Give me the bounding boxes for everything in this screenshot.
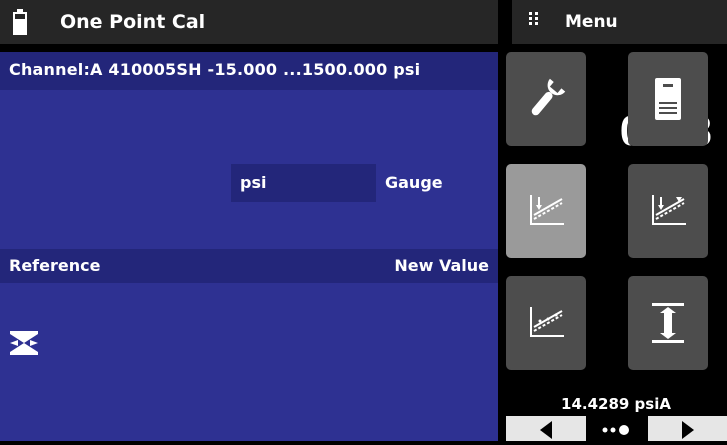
previous-page-button[interactable] (506, 416, 586, 441)
battery-icon (13, 9, 27, 35)
two-point-cal-icon (652, 195, 686, 225)
linearization-icon (530, 307, 564, 337)
two-point-cal-tile[interactable] (628, 164, 708, 258)
barometer-reading: 14.4289 psiA (561, 395, 671, 413)
left-arrow-icon (540, 421, 552, 439)
reference-header: Reference New Value (0, 249, 498, 283)
tools-tile[interactable] (506, 52, 586, 146)
page-dot-2 (610, 427, 616, 433)
menu-icon[interactable] (529, 12, 541, 26)
document-tile[interactable] (628, 52, 708, 146)
page-dot-3-current (619, 425, 629, 435)
title-bar: One Point Cal (0, 0, 498, 44)
document-icon (655, 78, 681, 120)
page-title: One Point Cal (60, 11, 206, 33)
span-icon (652, 303, 684, 343)
pressure-mode[interactable]: Gauge (385, 173, 443, 192)
new-value-label: New Value (394, 256, 489, 275)
menu-bar[interactable]: Menu (512, 0, 727, 44)
page-indicator (602, 425, 629, 435)
channel-bar[interactable]: Channel:A 410005SH -15.000 ...1500.000 p… (0, 52, 498, 90)
bowtie-icon[interactable] (10, 331, 38, 355)
page-dot-1 (602, 427, 608, 433)
right-arrow-icon (682, 421, 694, 439)
next-page-button[interactable] (648, 416, 727, 441)
wrench-icon (531, 78, 566, 116)
menu-label[interactable]: Menu (565, 12, 618, 32)
linearization-tile[interactable] (506, 276, 586, 370)
channel-info: Channel:A 410005SH -15.000 ...1500.000 p… (9, 60, 421, 79)
unit-label: psi (240, 173, 267, 192)
one-point-cal-tile[interactable] (506, 164, 586, 258)
reference-label: Reference (9, 256, 101, 275)
unit-selector[interactable]: psi (231, 164, 376, 202)
main-panel (0, 52, 498, 441)
span-tile[interactable] (628, 276, 708, 370)
one-point-cal-icon (530, 195, 564, 225)
